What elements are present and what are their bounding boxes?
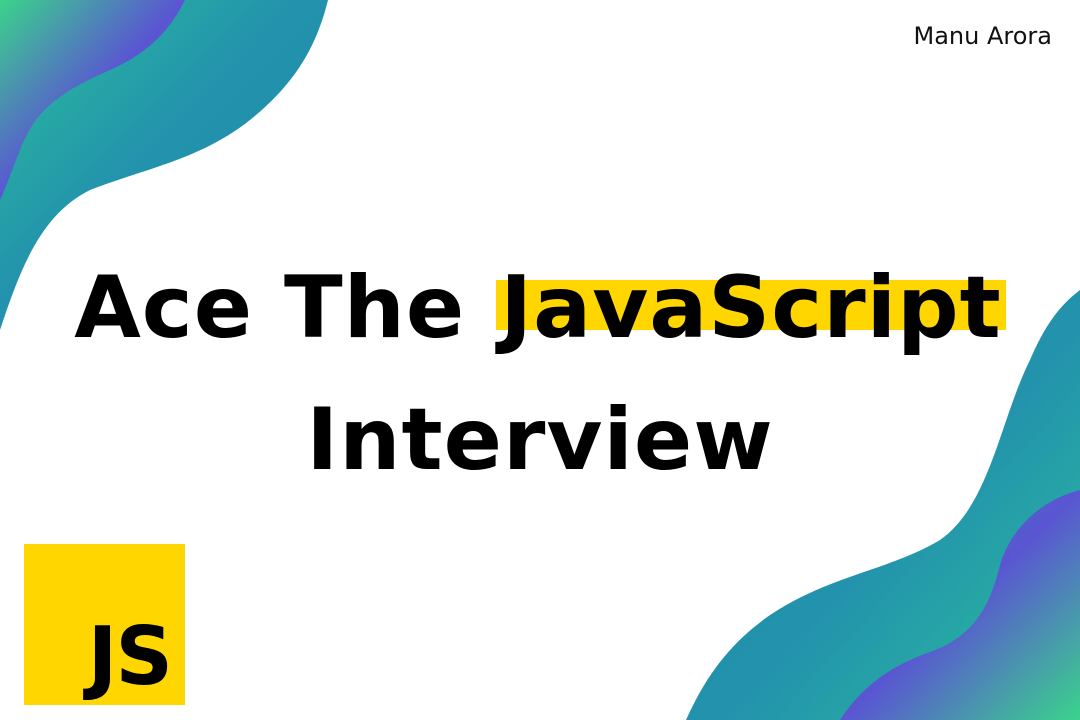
javascript-logo-badge: JS [24, 544, 185, 705]
slide: Manu Arora Ace The JavaScript Interview … [0, 0, 1080, 720]
title-highlight: JavaScript [496, 258, 1006, 358]
title-line-1: Ace The JavaScript [0, 242, 1080, 374]
javascript-logo-label: JS [87, 610, 173, 703]
title-prefix: Ace The [74, 258, 497, 358]
page-title: Ace The JavaScript Interview [0, 242, 1080, 506]
title-line-2: Interview [306, 390, 774, 490]
author-name: Manu Arora [913, 22, 1052, 50]
